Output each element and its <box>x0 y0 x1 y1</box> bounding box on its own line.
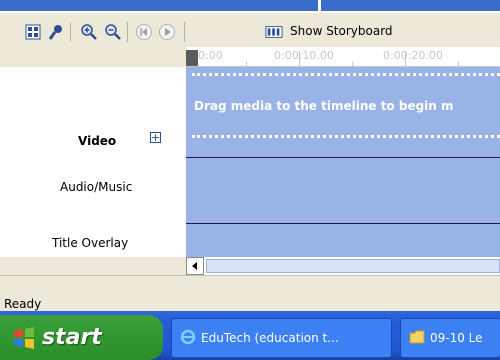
start-button[interactable]: start <box>0 315 163 360</box>
status-text: Ready <box>4 297 42 311</box>
ruler-tick <box>299 51 300 67</box>
status-bar: Ready <box>0 275 500 311</box>
toolbar-separator <box>70 22 71 42</box>
windows-logo-icon <box>14 326 34 349</box>
video-track-label: Video <box>78 134 117 148</box>
ruler-label: 0:00 <box>198 49 223 62</box>
track-labels: Video + Audio/Music Title Overlay <box>0 67 186 257</box>
zoom-in-icon[interactable] <box>80 23 98 41</box>
taskbar-button-folder[interactable]: 09-10 Le <box>400 318 500 358</box>
taskbar-button-label: 09-10 Le <box>430 331 483 345</box>
timeline-tracks[interactable]: Drag media to the timeline to begin m <box>186 67 500 257</box>
track-separator <box>186 223 500 224</box>
video-track[interactable]: Drag media to the timeline to begin m <box>186 67 500 147</box>
play-icon[interactable] <box>158 23 176 41</box>
toolbar-separator <box>127 22 128 42</box>
storyboard-icon[interactable] <box>265 23 283 41</box>
video-drop-hint: Drag media to the timeline to begin m <box>194 99 454 113</box>
timeline-scrollbar[interactable] <box>186 257 500 275</box>
show-storyboard-button[interactable]: Show Storyboard <box>290 24 393 38</box>
taskbar-button-browser[interactable]: EduTech (education t... <box>171 318 392 358</box>
track-separator <box>186 157 500 158</box>
zoom-out-icon[interactable] <box>104 23 122 41</box>
expand-video-icon[interactable]: + <box>150 132 161 143</box>
chevron-left-icon <box>192 262 197 270</box>
set-audio-levels-icon[interactable] <box>47 23 65 41</box>
video-track-dotted-border <box>192 135 500 138</box>
rewind-icon[interactable] <box>135 23 153 41</box>
scroll-thumb[interactable] <box>206 259 500 273</box>
toolbar-separator <box>184 22 185 42</box>
narrate-icon[interactable] <box>24 23 42 41</box>
window-top-strip <box>0 0 500 13</box>
taskbar: start EduTech (education t... 09-10 Le <box>0 311 500 360</box>
scroll-left-button[interactable] <box>186 257 204 275</box>
ruler-tick <box>405 51 406 67</box>
taskbar-button-label: EduTech (education t... <box>201 331 339 345</box>
ruler-label: 0:00:20.00 <box>383 49 443 62</box>
title-overlay-track-label: Title Overlay <box>52 236 129 250</box>
start-label: start <box>42 325 102 350</box>
playhead-indicator[interactable] <box>186 50 198 66</box>
timeline-ruler[interactable]: 0:00 0:00:10.00 0:00:20.00 <box>186 47 500 67</box>
folder-icon <box>409 330 425 347</box>
timeline-toolbar: Show Storyboard <box>0 13 500 47</box>
ruler-label: 0:00:10.00 <box>274 49 334 62</box>
audio-track-label: Audio/Music <box>60 180 133 194</box>
window-seam <box>318 0 321 13</box>
internet-explorer-icon <box>180 329 196 348</box>
video-track-dotted-border <box>192 73 500 76</box>
